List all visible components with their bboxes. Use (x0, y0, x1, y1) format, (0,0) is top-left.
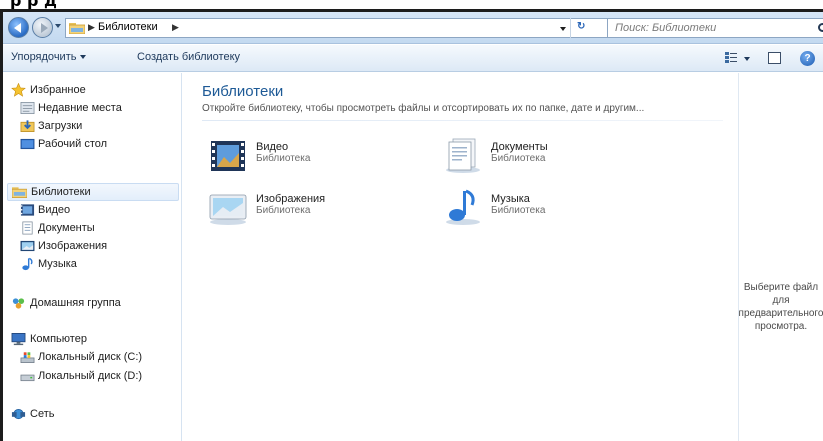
pictures-icon (20, 240, 35, 252)
sidebar-item-homegroup[interactable]: Домашняя группа (7, 295, 179, 313)
sidebar-item-desktop[interactable]: Рабочий стол (7, 136, 179, 154)
sidebar-item-favorites[interactable]: Избранное (7, 82, 179, 100)
create-library-label: Создать библиотеку (137, 51, 241, 63)
music-note-icon (22, 257, 33, 271)
library-name: Видео (256, 141, 289, 153)
recent-places-icon (20, 102, 35, 114)
chevron-down-icon (80, 55, 87, 60)
library-name: Музыка (491, 193, 530, 205)
sidebar-item-label: Локальный диск (D:) (38, 370, 143, 382)
system-drive-icon (20, 352, 35, 363)
breadcrumb-separator-icon[interactable]: ▶ (88, 22, 95, 33)
sidebar-item-label: Видео (38, 204, 71, 216)
star-icon (11, 83, 26, 97)
library-type: Библиотека (256, 153, 311, 164)
breadcrumb-separator-icon[interactable]: ▶ (172, 22, 179, 33)
sidebar-item-label: Недавние места (38, 102, 122, 114)
sidebar-item-music[interactable]: Музыка (7, 256, 179, 274)
documents-library-icon (446, 138, 480, 173)
view-options-dropdown-icon[interactable] (744, 57, 750, 61)
music-library-icon (446, 189, 480, 225)
preview-pane: Выберите файл для предварительного просм… (738, 73, 823, 441)
library-type: Библиотека (491, 205, 546, 216)
libraries-folder-icon (69, 23, 85, 34)
preview-line: Выберите файл (743, 282, 819, 293)
document-icon (22, 221, 33, 235)
sidebar-item-label: Библиотеки (31, 186, 91, 198)
library-type: Библиотека (256, 205, 311, 216)
sidebar-item-label: Загрузки (38, 120, 83, 132)
explorer-window: ▶ Библиотеки ▶ ↻ Упорядочить Создать биб… (0, 9, 823, 441)
library-item-videos[interactable]: Видео Библиотека (208, 135, 408, 179)
preview-line: просмотра. (754, 321, 808, 332)
sidebar-item-label: Локальный диск (C:) (38, 351, 143, 363)
organize-button[interactable]: Упорядочить (11, 51, 87, 63)
sidebar-item-recent-places[interactable]: Недавние места (7, 100, 179, 118)
breadcrumb-libraries[interactable]: Библиотеки (98, 21, 158, 33)
file-list-pane: Библиотеки Откройте библиотеку, чтобы пр… (183, 73, 737, 441)
help-icon[interactable]: ? (800, 51, 815, 66)
library-item-documents[interactable]: Документы Библиотека (443, 135, 643, 179)
divider (202, 120, 723, 121)
video-icon (20, 204, 35, 216)
search-icon[interactable] (818, 23, 823, 32)
sidebar-item-drive-d[interactable]: Локальный диск (D:) (7, 368, 179, 386)
sidebar-item-label: Документы (38, 222, 95, 234)
page-title: Библиотеки (202, 83, 284, 100)
sidebar-item-network[interactable]: Сеть (7, 406, 179, 424)
preview-pane-toggle-icon[interactable] (768, 52, 781, 64)
cropped-heading-text: р р д (10, 0, 57, 9)
sidebar-item-documents[interactable]: Документы (7, 220, 179, 238)
sidebar-item-pictures[interactable]: Изображения (7, 238, 179, 256)
library-item-music[interactable]: Музыка Библиотека (443, 187, 643, 231)
desktop-icon (20, 138, 35, 150)
sidebar-item-label: Рабочий стол (38, 138, 108, 150)
sidebar-item-label: Домашняя группа (30, 297, 121, 309)
library-type: Библиотека (491, 153, 546, 164)
sidebar-item-label: Избранное (30, 84, 86, 96)
command-bar: Упорядочить Создать библиотеку ? (3, 45, 823, 72)
navigation-pane: Избранное Недавние места Загрузки Рабочи… (3, 73, 182, 441)
pictures-library-icon (209, 194, 247, 225)
preview-line: предварительного (738, 308, 823, 319)
hard-drive-icon (20, 374, 35, 382)
sidebar-item-label: Компьютер (30, 333, 87, 345)
sidebar-item-drive-c[interactable]: Локальный диск (C:) (7, 349, 179, 367)
homegroup-icon (12, 298, 25, 309)
preview-line: для (772, 295, 790, 306)
recent-pages-dropdown-icon[interactable] (55, 24, 61, 28)
address-history-dropdown-icon[interactable] (560, 27, 566, 31)
refresh-button[interactable]: ↻ (570, 18, 610, 38)
video-library-icon (211, 141, 245, 171)
sidebar-item-libraries[interactable]: Библиотеки (7, 183, 179, 201)
sidebar-item-label: Сеть (30, 408, 55, 420)
sidebar-item-videos[interactable]: Видео (7, 202, 179, 220)
libraries-folder-icon (12, 187, 27, 198)
sidebar-item-downloads[interactable]: Загрузки (7, 118, 179, 136)
organize-label: Упорядочить (11, 51, 77, 63)
forward-button[interactable] (32, 17, 53, 38)
address-bar: ▶ Библиотеки ▶ ↻ (3, 12, 823, 44)
change-view-icon[interactable] (725, 52, 737, 64)
sidebar-item-label: Музыка (38, 258, 77, 270)
network-icon (11, 408, 26, 420)
page-subtitle: Откройте библиотеку, чтобы просмотреть ф… (202, 103, 645, 114)
library-item-pictures[interactable]: Изображения Библиотека (208, 187, 408, 231)
sidebar-item-label: Изображения (38, 240, 108, 252)
search-input[interactable] (615, 21, 795, 35)
refresh-icon: ↻ (577, 21, 586, 32)
search-box[interactable] (607, 18, 823, 38)
downloads-icon (20, 120, 35, 132)
back-button[interactable] (8, 17, 29, 38)
cropped-heading-fragment: р р д (0, 0, 823, 9)
library-name: Изображения (256, 193, 326, 205)
preview-message: Выберите файл для предварительного просм… (738, 281, 823, 333)
computer-icon (11, 333, 26, 346)
create-library-button[interactable]: Создать библиотеку (137, 51, 240, 63)
sidebar-item-computer[interactable]: Компьютер (7, 331, 179, 349)
library-name: Документы (491, 141, 548, 153)
breadcrumb[interactable]: ▶ Библиотеки ▶ ↻ (65, 18, 610, 38)
